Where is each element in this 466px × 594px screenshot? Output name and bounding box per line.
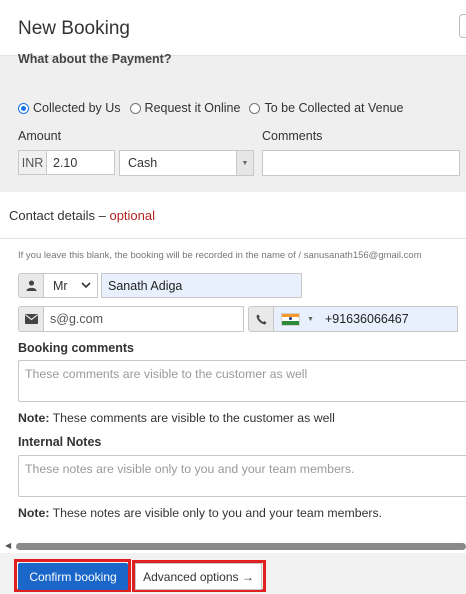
payment-method-value: Cash: [128, 156, 158, 170]
payment-method-select[interactable]: Cash ▼: [119, 150, 254, 176]
payment-heading: What about the Payment?: [18, 52, 172, 66]
scroll-left-arrow-icon[interactable]: ◀: [5, 541, 11, 550]
internal-notes-textarea[interactable]: These notes are visible only to you and …: [18, 455, 466, 497]
phone-number-value: +91636066467: [324, 312, 409, 326]
radio-button[interactable]: [129, 102, 141, 114]
radio-label: To be Collected at Venue: [264, 101, 404, 115]
optional-tag: optional: [109, 208, 156, 223]
chevron-down-icon: [81, 282, 91, 289]
phone-input[interactable]: ▼ +91636066467: [273, 306, 458, 332]
radio-label: Request it Online: [144, 101, 241, 115]
contact-title-separator: –: [95, 208, 110, 223]
internal-notes-label: Internal Notes: [18, 435, 102, 449]
booking-comments-note: Note: These comments are visible to the …: [18, 411, 335, 425]
note-prefix: Note:: [18, 506, 50, 520]
horizontal-scrollbar[interactable]: [16, 543, 466, 550]
name-input[interactable]: Sanath Adiga: [101, 273, 302, 298]
amount-input[interactable]: 2.10: [47, 151, 77, 174]
booking-comments-textarea[interactable]: These comments are visible to the custom…: [18, 360, 466, 402]
amount-field[interactable]: INR 2.10: [18, 150, 115, 175]
dropdown-arrow-icon[interactable]: ▼: [236, 151, 253, 175]
header-action-button[interactable]: [459, 14, 466, 38]
currency-prefix: INR: [19, 151, 47, 174]
comments-label: Comments: [262, 129, 323, 143]
radio-collected-at-venue[interactable]: To be Collected at Venue: [249, 101, 403, 115]
contact-title: Contact details – optional: [9, 208, 155, 223]
salutation-value: Mr: [53, 278, 68, 293]
radio-collected-by-us[interactable]: Collected by Us: [18, 101, 121, 115]
country-caret-icon[interactable]: ▼: [307, 316, 314, 323]
envelope-icon: [18, 306, 44, 332]
person-icon: [18, 273, 44, 298]
dialog-title: New Booking: [18, 18, 130, 39]
note-prefix: Note:: [18, 411, 50, 425]
phone-icon: [248, 306, 274, 332]
radio-request-online[interactable]: Request it Online: [129, 101, 241, 115]
email-input[interactable]: s@g.com: [43, 306, 244, 332]
india-flag-icon[interactable]: [281, 312, 300, 326]
radio-button[interactable]: [249, 102, 261, 114]
salutation-select[interactable]: Mr: [43, 273, 98, 298]
contact-title-text: Contact details: [9, 208, 95, 223]
amount-label: Amount: [18, 129, 62, 143]
advanced-options-button[interactable]: Advanced options →: [135, 563, 262, 590]
contact-hint: If you leave this blank, the booking wil…: [18, 250, 422, 261]
radio-label: Collected by Us: [33, 101, 121, 115]
note-text: These notes are visible only to you and …: [49, 506, 383, 520]
booking-comments-label: Booking comments: [18, 341, 134, 355]
confirm-booking-button[interactable]: Confirm booking: [18, 563, 128, 590]
payment-comments-input[interactable]: [262, 150, 460, 176]
internal-notes-note: Note: These notes are visible only to yo…: [18, 506, 382, 520]
note-text: These comments are visible to the custom…: [49, 411, 335, 425]
radio-button[interactable]: [18, 102, 29, 114]
payment-options: Collected by Us Request it Online To be …: [18, 100, 412, 116]
